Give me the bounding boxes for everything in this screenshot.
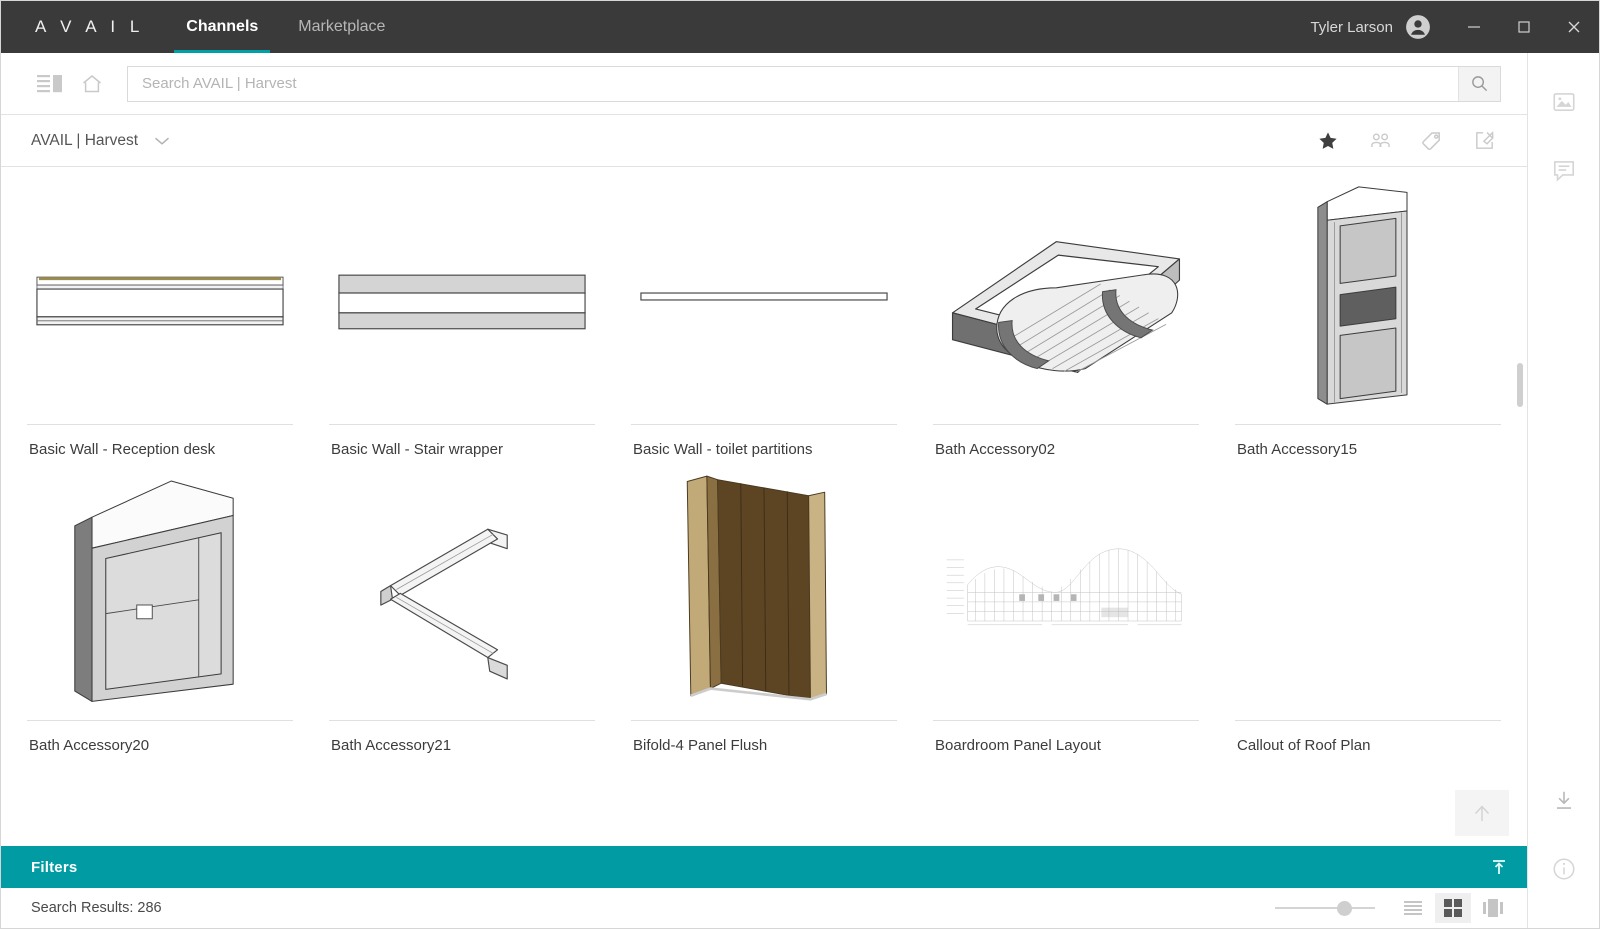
image-icon[interactable] [1541,79,1587,125]
users-icon[interactable] [1359,120,1401,162]
bifold-door-3d-thumbnail [631,459,897,721]
tab-marketplace[interactable]: Marketplace [278,1,405,53]
grid-view-icon[interactable] [1435,893,1471,923]
channel-actions [1307,120,1505,162]
carousel-view-icon[interactable] [1475,893,1511,923]
status-bar: Search Results: 286 [1,888,1527,928]
avatar [1405,14,1431,40]
wall-section-reception-thumbnail [27,167,293,425]
elevation-drawing-thumbnail [933,459,1199,721]
search-toolbar [1,53,1527,115]
window-controls [1449,1,1599,53]
avail-application-window: A V A I L Channels Marketplace Tyler Lar… [0,0,1600,929]
list-view-icon[interactable] [1395,893,1431,923]
bath-cabinet-3d-thumbnail [27,459,293,721]
title-bar-right: Tyler Larson [1292,1,1599,53]
search-results-count: Search Results: 286 [31,900,162,916]
empty-thumbnail [1235,459,1501,721]
asset-card[interactable]: Bath Accessory02 [933,167,1199,459]
view-controls [1275,893,1511,923]
tag-icon[interactable] [1411,120,1453,162]
favorite-star-icon[interactable] [1307,120,1349,162]
asset-label: Bath Accessory15 [1237,441,1358,458]
asset-card[interactable]: Bath Accessory21 [329,459,595,755]
asset-label: Basic Wall - Stair wrapper [331,441,503,458]
asset-card[interactable]: Callout of Roof Plan [1235,459,1501,755]
filters-label: Filters [31,858,78,876]
search-input[interactable] [128,66,1458,101]
wall-section-stair-thumbnail [329,167,595,425]
panel-toggle-icon[interactable] [29,63,71,105]
bath-accessory-panel-3d-thumbnail [1235,167,1501,425]
scroll-to-top-button[interactable] [1455,790,1509,836]
slider-track [1275,907,1375,909]
grab-bar-3d-thumbnail [329,459,595,721]
home-icon[interactable] [71,63,113,105]
asset-grid-area[interactable]: Basic Wall - Reception desk Basic Wall -… [1,167,1527,846]
asset-card[interactable]: Bath Accessory20 [27,459,293,755]
asset-card[interactable]: Bifold-4 Panel Flush [631,459,897,755]
asset-grid-row-2: Bath Accessory20 Bath Accessory21 Bifold… [27,459,1501,755]
user-menu[interactable]: Tyler Larson [1292,1,1449,53]
main-column: AVAIL | Harvest [1,53,1527,928]
asset-label: Basic Wall - Reception desk [29,441,216,458]
maximize-button[interactable] [1499,1,1549,53]
asset-label: Bath Accessory21 [331,737,452,754]
tab-channels[interactable]: Channels [166,1,278,53]
user-name: Tyler Larson [1310,18,1393,36]
asset-card[interactable]: Basic Wall - Reception desk [27,167,293,459]
channel-name[interactable]: AVAIL | Harvest [31,132,138,150]
search-box[interactable] [127,65,1501,102]
download-icon[interactable] [1541,778,1587,824]
asset-card[interactable]: Basic Wall - Stair wrapper [329,167,595,459]
search-icon[interactable] [1458,66,1500,101]
asset-label: Bath Accessory20 [29,737,150,754]
info-icon[interactable] [1541,846,1587,892]
wall-section-thin-thumbnail [631,167,897,425]
close-button[interactable] [1549,1,1599,53]
asset-label: Bifold-4 Panel Flush [633,737,768,754]
app-logo: A V A I L [35,17,145,36]
filters-bar[interactable]: Filters [1,846,1527,888]
asset-card[interactable]: Basic Wall - toilet partitions [631,167,897,459]
edit-icon[interactable] [1463,120,1505,162]
comment-icon[interactable] [1541,147,1587,193]
asset-label: Callout of Roof Plan [1237,737,1371,754]
asset-label: Bath Accessory02 [935,441,1056,458]
content-scrollbar[interactable] [1517,363,1523,407]
slider-knob[interactable] [1337,900,1352,916]
asset-label: Basic Wall - toilet partitions [633,441,813,458]
asset-card[interactable]: Boardroom Panel Layout [933,459,1199,755]
channel-bar: AVAIL | Harvest [1,115,1527,167]
asset-label: Boardroom Panel Layout [935,737,1101,754]
main-nav-tabs: Channels Marketplace [166,1,405,53]
application-body: AVAIL | Harvest [1,53,1599,928]
chevron-down-icon[interactable] [154,136,170,146]
right-rail [1527,53,1599,928]
minimize-button[interactable] [1449,1,1499,53]
thumbnail-size-slider[interactable] [1275,900,1375,916]
asset-card[interactable]: Bath Accessory15 [1235,167,1501,459]
asset-grid-row-1: Basic Wall - Reception desk Basic Wall -… [27,167,1501,459]
bath-accessory-tray-3d-thumbnail [933,167,1199,425]
title-bar: A V A I L Channels Marketplace Tyler Lar… [1,1,1599,53]
collapse-up-icon[interactable] [1489,857,1509,877]
